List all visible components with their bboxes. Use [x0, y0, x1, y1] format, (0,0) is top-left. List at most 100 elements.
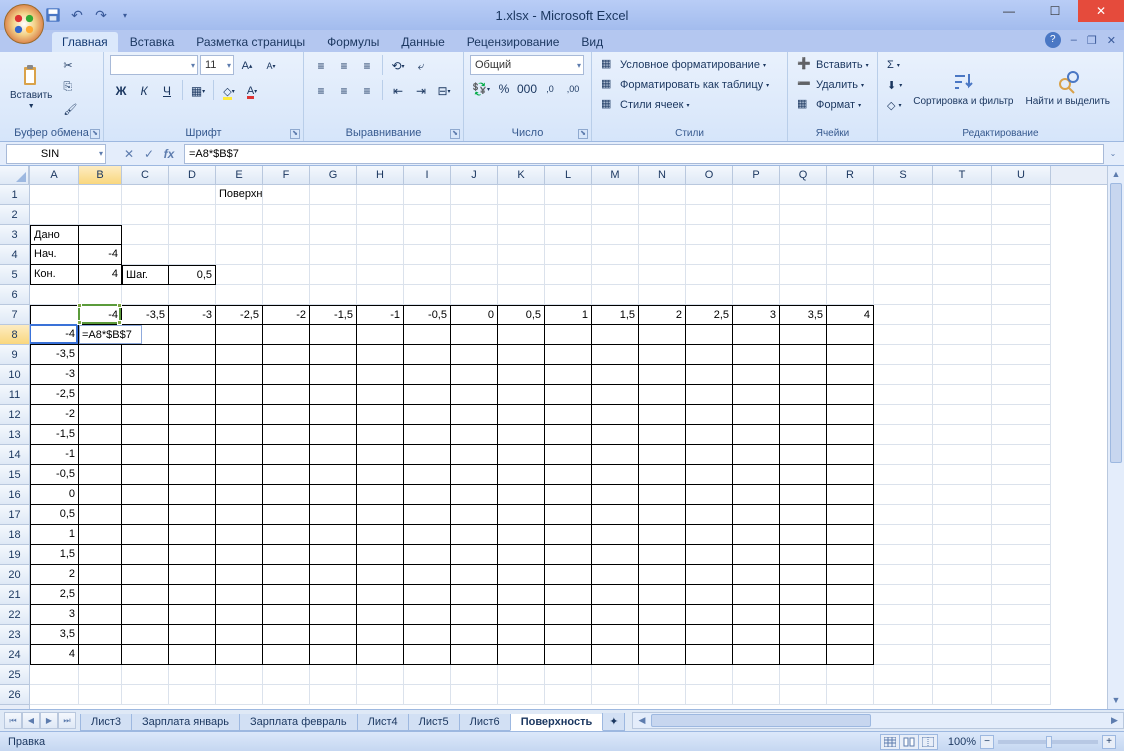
cell[interactable]: -2 — [30, 405, 79, 425]
column-header[interactable]: F — [263, 166, 310, 184]
cell[interactable]: -3 — [169, 305, 216, 325]
cell[interactable] — [404, 665, 451, 685]
cell[interactable]: 1,5 — [592, 305, 639, 325]
cell[interactable] — [733, 285, 780, 305]
cell[interactable] — [30, 205, 79, 225]
italic-button[interactable]: К — [133, 80, 155, 102]
cell[interactable] — [451, 465, 498, 485]
cell[interactable] — [498, 585, 545, 605]
cell[interactable] — [874, 365, 933, 385]
cell[interactable] — [169, 625, 216, 645]
cell[interactable] — [780, 225, 827, 245]
cell[interactable] — [592, 285, 639, 305]
row-header[interactable]: 16 — [0, 485, 29, 505]
minimize-button[interactable]: — — [986, 0, 1032, 22]
cell[interactable] — [310, 325, 357, 345]
cell[interactable]: -0,5 — [404, 305, 451, 325]
cell[interactable] — [263, 405, 310, 425]
cell[interactable] — [780, 465, 827, 485]
cell[interactable] — [404, 685, 451, 705]
cell[interactable] — [498, 525, 545, 545]
cell[interactable] — [933, 685, 992, 705]
cell[interactable] — [780, 245, 827, 265]
cell[interactable]: Шаг. — [122, 265, 169, 285]
cell[interactable] — [545, 525, 592, 545]
cell[interactable] — [639, 465, 686, 485]
cell[interactable] — [357, 485, 404, 505]
tab-first-icon[interactable]: ⏮ — [4, 712, 22, 729]
cell[interactable] — [310, 225, 357, 245]
cell[interactable] — [592, 465, 639, 485]
cell[interactable] — [545, 645, 592, 665]
undo-icon[interactable]: ↶ — [68, 6, 86, 24]
cell[interactable] — [357, 625, 404, 645]
cell[interactable] — [545, 625, 592, 645]
cell[interactable] — [592, 185, 639, 205]
cell[interactable] — [592, 625, 639, 645]
cell[interactable] — [933, 505, 992, 525]
cell[interactable] — [263, 385, 310, 405]
cell[interactable] — [79, 225, 122, 245]
cell[interactable] — [933, 405, 992, 425]
cell[interactable] — [357, 665, 404, 685]
cell[interactable] — [357, 645, 404, 665]
cell[interactable] — [933, 365, 992, 385]
cell[interactable] — [733, 485, 780, 505]
cell[interactable] — [933, 265, 992, 285]
cell[interactable] — [780, 505, 827, 525]
cell[interactable] — [79, 405, 122, 425]
cell[interactable] — [992, 605, 1051, 625]
cell[interactable] — [874, 245, 933, 265]
cell[interactable] — [169, 545, 216, 565]
cell[interactable] — [827, 285, 874, 305]
row-header[interactable]: 26 — [0, 685, 29, 705]
cell[interactable] — [122, 445, 169, 465]
cell[interactable] — [992, 505, 1051, 525]
cell[interactable] — [733, 625, 780, 645]
cell[interactable] — [933, 465, 992, 485]
vertical-scrollbar[interactable]: ▲ ▼ — [1107, 166, 1124, 709]
cell[interactable] — [263, 245, 310, 265]
cell[interactable] — [122, 545, 169, 565]
cell[interactable] — [780, 565, 827, 585]
qat-more-icon[interactable]: ▾ — [116, 6, 134, 24]
cell[interactable] — [169, 685, 216, 705]
cell[interactable] — [122, 565, 169, 585]
cell[interactable] — [498, 385, 545, 405]
cell[interactable] — [639, 345, 686, 365]
cell[interactable] — [79, 565, 122, 585]
cell[interactable] — [169, 185, 216, 205]
formula-bar[interactable]: =A8*$B$7 — [184, 144, 1104, 164]
cell[interactable] — [639, 285, 686, 305]
cell[interactable] — [780, 285, 827, 305]
cell[interactable] — [733, 185, 780, 205]
cell[interactable] — [733, 405, 780, 425]
cell[interactable] — [827, 505, 874, 525]
cell[interactable] — [263, 465, 310, 485]
cell[interactable] — [733, 605, 780, 625]
cell[interactable] — [404, 445, 451, 465]
cell[interactable] — [263, 685, 310, 705]
cell[interactable] — [827, 245, 874, 265]
cell[interactable] — [30, 285, 79, 305]
tab-last-icon[interactable]: ⏭ — [58, 712, 76, 729]
cell[interactable] — [686, 425, 733, 445]
cell[interactable] — [780, 605, 827, 625]
cell[interactable] — [992, 345, 1051, 365]
cell[interactable] — [310, 285, 357, 305]
column-header[interactable]: M — [592, 166, 639, 184]
cell[interactable] — [733, 425, 780, 445]
align-top-button[interactable]: ≡ — [310, 55, 332, 77]
cell[interactable] — [780, 585, 827, 605]
cell[interactable] — [216, 465, 263, 485]
cell[interactable] — [733, 325, 780, 345]
cell[interactable] — [404, 185, 451, 205]
paste-button[interactable]: Вставить▼ — [6, 55, 56, 121]
cell[interactable] — [122, 425, 169, 445]
cell[interactable] — [404, 505, 451, 525]
cell[interactable] — [404, 225, 451, 245]
decrease-decimal-button[interactable]: ,00 — [562, 78, 584, 100]
cell[interactable] — [404, 265, 451, 285]
scroll-thumb[interactable] — [1110, 183, 1122, 463]
increase-indent-button[interactable]: ⇥ — [410, 80, 432, 102]
